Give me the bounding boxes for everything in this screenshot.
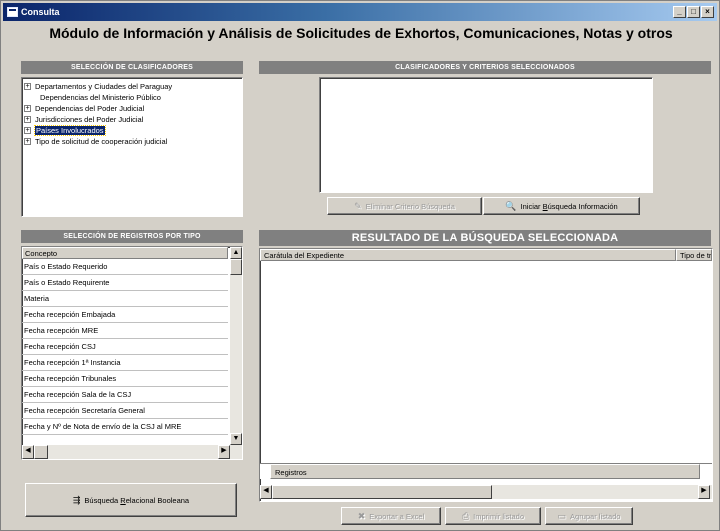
criterios-header: CLASIFICADORES Y CRITERIOS SELECCIONADOS — [259, 61, 711, 74]
window-icon — [7, 7, 18, 17]
minimize-button[interactable]: _ — [673, 6, 686, 18]
tree-item-label: Departamentos y Ciudades del Paraguay — [35, 82, 173, 91]
tree-item[interactable]: + Dependencias del Poder Judicial — [22, 103, 242, 114]
resultado-hscrollbar[interactable]: ◀ ▶ — [260, 485, 712, 499]
tree-item-label: Dependencias del Poder Judicial — [35, 104, 145, 113]
list-item[interactable]: Fecha recepción Tribunales — [22, 371, 228, 387]
eliminar-criterio-button[interactable]: ✎ Eliminar Criterio Búsqueda — [327, 197, 482, 215]
list-item[interactable]: País o Estado Requerido — [22, 259, 228, 275]
excel-icon: ✖ — [357, 511, 366, 521]
hscroll-thumb[interactable] — [34, 445, 48, 459]
scroll-right-icon[interactable]: ▶ — [698, 485, 710, 499]
binoculars-icon: 🔍 — [505, 201, 517, 211]
tree-item[interactable]: + Tipo de solicitud de cooperación judici… — [22, 136, 242, 147]
page-title: Módulo de Información y Análisis de Soli… — [49, 25, 673, 41]
imprimir-listado-button[interactable]: ⎙ Imprimir listado — [445, 507, 541, 525]
tree-item-label: Tipo de solicitud de cooperación judicia… — [35, 137, 168, 146]
list-item[interactable]: Materia — [22, 291, 228, 307]
iniciar-busqueda-button[interactable]: 🔍 Iniciar Búsqueda Información — [483, 197, 640, 215]
registros-hscrollbar[interactable]: ◀ ▶ — [22, 445, 242, 459]
scroll-left-icon[interactable]: ◀ — [22, 445, 34, 459]
exportar-excel-button[interactable]: ✖ Exportar a Excel — [341, 507, 441, 525]
scroll-left-icon[interactable]: ◀ — [260, 485, 272, 499]
scroll-down-icon[interactable]: ▼ — [230, 433, 242, 445]
clasificadores-header: SELECCIÓN DE CLASIFICADORES — [21, 61, 243, 74]
group-icon: ▭ — [557, 511, 567, 521]
list-item[interactable]: Fecha recepción Secretaría General — [22, 403, 228, 419]
registros-header: SELECCIÓN DE REGISTROS POR TIPO — [21, 230, 243, 243]
expand-icon[interactable]: + — [24, 83, 31, 90]
expand-icon[interactable]: + — [24, 138, 31, 145]
tree-item-label: Jurisdicciones del Poder Judicial — [35, 115, 144, 124]
scroll-up-icon[interactable]: ▲ — [230, 247, 242, 259]
tree-item[interactable]: + Departamentos y Ciudades del Paraguay — [22, 81, 242, 92]
close-button[interactable]: × — [701, 6, 714, 18]
busqueda-relacional-button[interactable]: ⇶ Búsqueda Relacional Booleana — [25, 483, 237, 517]
concepto-column-header[interactable]: Concepto — [22, 247, 228, 259]
expand-icon[interactable]: + — [24, 116, 31, 123]
tree-item-label: Dependencias del Ministerio Público — [40, 93, 161, 102]
expand-icon[interactable]: + — [24, 105, 31, 112]
caratula-column-header[interactable]: Carátula del Expediente — [260, 249, 676, 261]
delete-icon: ✎ — [354, 201, 362, 211]
relational-search-icon: ⇶ — [72, 495, 81, 505]
tree-item[interactable]: + Países Involucrados — [22, 125, 242, 136]
title-bar[interactable]: Consulta _ □ × — [3, 3, 717, 21]
agrupar-listado-button[interactable]: ▭ Agrupar listado — [545, 507, 633, 525]
registros-list: País o Estado Requerido País o Estado Req… — [22, 259, 228, 435]
consulta-window: Consulta _ □ × Módulo de Información y A… — [0, 0, 720, 531]
resultado-header: RESULTADO DE LA BÚSQUEDA SELECCIONADA — [259, 230, 711, 246]
list-item[interactable]: Fecha recepción MRE — [22, 323, 228, 339]
resultado-footer-row: Registros — [260, 463, 712, 479]
hscroll-thumb[interactable] — [272, 485, 492, 499]
tree-item[interactable]: + Jurisdicciones del Poder Judicial — [22, 114, 242, 125]
list-item[interactable]: Fecha y Nº de Nota de envío de la CSJ al… — [22, 419, 228, 435]
print-icon: ⎙ — [461, 511, 470, 521]
tree-item-label: Países Involucrados — [34, 125, 106, 136]
list-item[interactable]: Fecha recepción Sala de la CSJ — [22, 387, 228, 403]
window-title: Consulta — [21, 7, 60, 17]
list-item[interactable]: Fecha recepción CSJ — [22, 339, 228, 355]
list-item[interactable]: Fecha recepción Embajada — [22, 307, 228, 323]
list-item[interactable]: País o Estado Requirente — [22, 275, 228, 291]
criterios-list[interactable] — [319, 77, 653, 193]
maximize-button[interactable]: □ — [687, 6, 700, 18]
scroll-right-icon[interactable]: ▶ — [218, 445, 230, 459]
clasificadores-tree[interactable]: + Departamentos y Ciudades del Paraguay De… — [21, 77, 243, 217]
list-item[interactable]: Fecha recepción 1ª Instancia — [22, 355, 228, 371]
tree-item[interactable]: Dependencias del Ministerio Público — [22, 92, 242, 103]
registros-vscrollbar[interactable]: ▲ ▼ — [230, 247, 242, 445]
registros-count: Registros — [270, 464, 700, 479]
scroll-thumb[interactable] — [230, 259, 242, 275]
resultado-grid[interactable]: Carátula del Expediente Tipo de trá Regi… — [259, 248, 713, 502]
registros-listbox[interactable]: Concepto País o Estado Requerido País o E… — [21, 246, 243, 460]
tipo-column-header[interactable]: Tipo de trá — [676, 249, 712, 261]
expand-icon[interactable]: + — [24, 127, 31, 134]
